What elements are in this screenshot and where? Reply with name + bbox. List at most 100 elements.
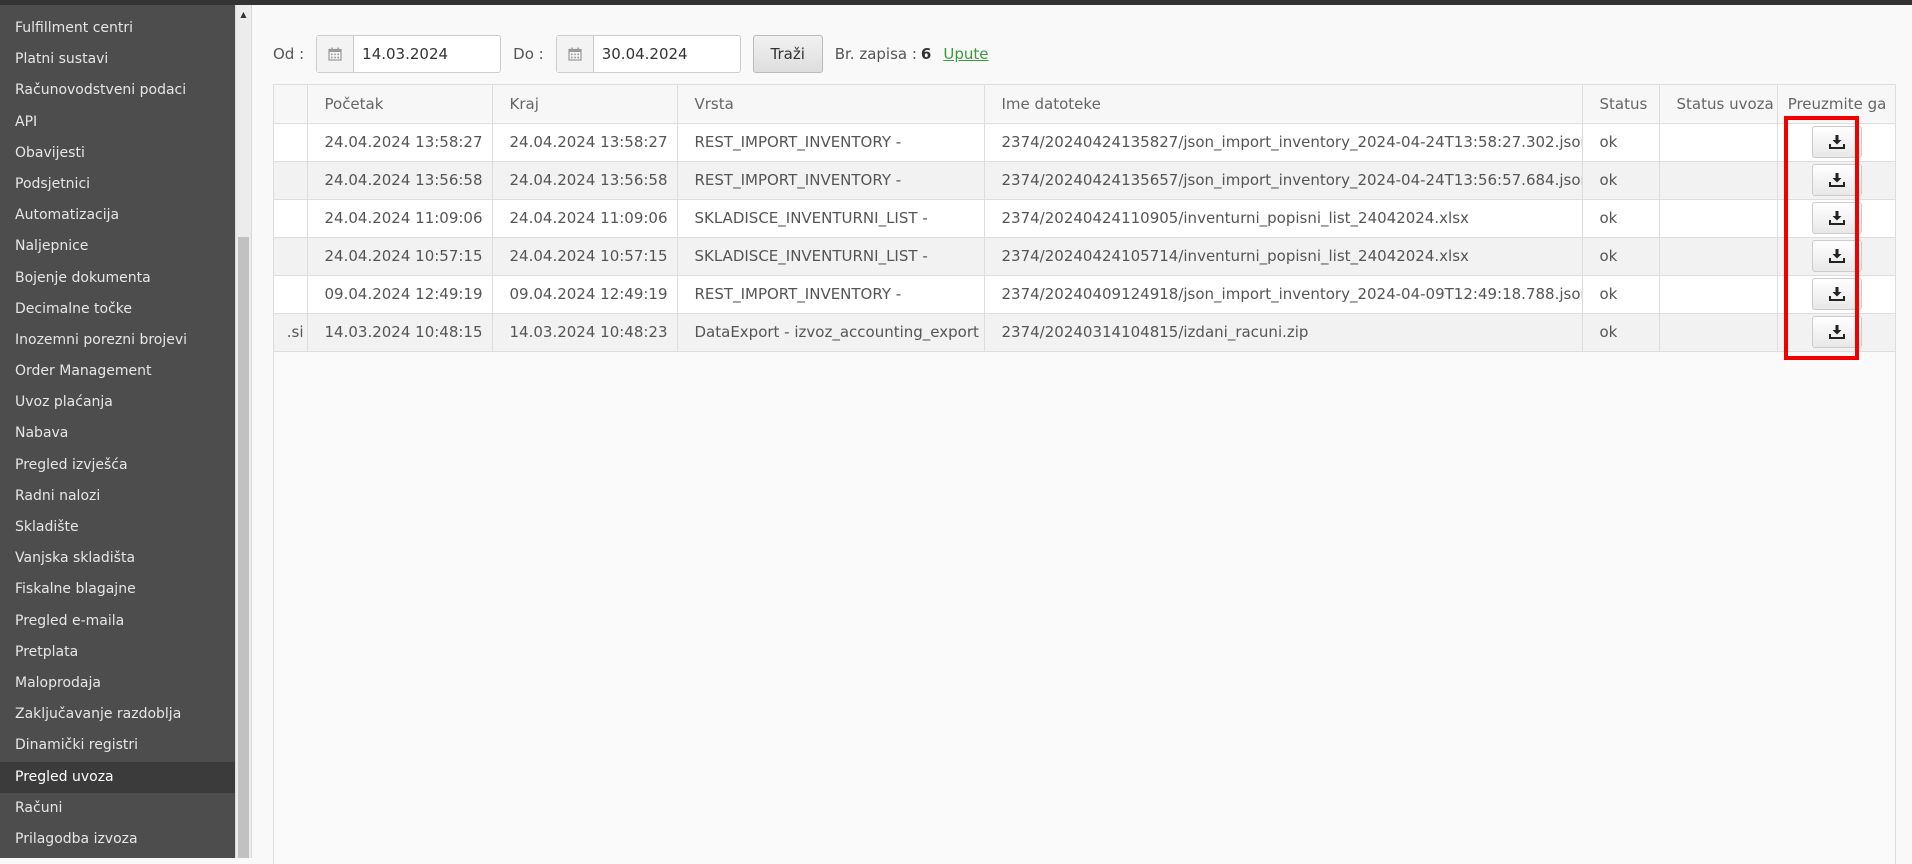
column-header-import-status[interactable]: Status uvoza bbox=[1659, 85, 1778, 124]
scroll-up-arrow-icon[interactable]: ▲ bbox=[236, 5, 251, 23]
cell-import-status bbox=[1659, 161, 1778, 200]
sidebar-item[interactable]: Fiskalne blagajne bbox=[0, 574, 235, 605]
cell-download bbox=[1777, 313, 1895, 352]
cell-type: SKLADISCE_INVENTURNI_LIST - bbox=[677, 237, 985, 276]
cell-status: ok bbox=[1582, 275, 1660, 314]
cell-start: 24.04.2024 11:09:06 bbox=[307, 199, 493, 238]
sidebar-item[interactable]: API bbox=[0, 107, 235, 138]
sidebar-item[interactable]: Zaključavanje razdoblja bbox=[0, 699, 235, 730]
cell-first bbox=[274, 123, 308, 162]
cell-end: 24.04.2024 10:57:15 bbox=[492, 237, 678, 276]
download-button[interactable] bbox=[1812, 240, 1862, 272]
cell-filename: 2374/20240424105714/inventurni_popisni_l… bbox=[984, 237, 1583, 276]
sidebar-item[interactable]: Računi bbox=[0, 793, 235, 824]
cell-start: 14.03.2024 10:48:15 bbox=[307, 313, 493, 352]
sidebar-item[interactable]: Inozemni porezni brojevi bbox=[0, 325, 235, 356]
cell-status: ok bbox=[1582, 237, 1660, 276]
cell-start: 24.04.2024 10:57:15 bbox=[307, 237, 493, 276]
column-header-filename[interactable]: Ime datoteke bbox=[984, 85, 1583, 124]
from-label: Od : bbox=[273, 45, 305, 63]
download-icon bbox=[1829, 211, 1845, 225]
sidebar-item[interactable]: Naljepnice bbox=[0, 231, 235, 262]
cell-import-status bbox=[1659, 123, 1778, 162]
cell-type: SKLADISCE_INVENTURNI_LIST - bbox=[677, 199, 985, 238]
calendar-icon[interactable] bbox=[556, 36, 594, 72]
sidebar-item[interactable]: Decimalne točke bbox=[0, 294, 235, 325]
cell-filename: 2374/20240424135827/json_import_inventor… bbox=[984, 123, 1583, 162]
sidebar-item[interactable]: Dinamički registri bbox=[0, 730, 235, 761]
cell-import-status bbox=[1659, 237, 1778, 276]
download-button[interactable] bbox=[1812, 164, 1862, 196]
help-link[interactable]: Upute bbox=[943, 45, 988, 63]
sidebar-item[interactable]: Obavijesti bbox=[0, 138, 235, 169]
sidebar-item[interactable]: Računovodstveni podaci bbox=[0, 75, 235, 106]
cell-import-status bbox=[1659, 313, 1778, 352]
sidebar-item[interactable]: Bojenje dokumenta bbox=[0, 263, 235, 294]
sidebar-item[interactable]: Pregled e-maila bbox=[0, 606, 235, 637]
sidebar-item[interactable]: Pretplata bbox=[0, 637, 235, 668]
main-content: Od : 14.03.2024 Do : 30.04.2024 Traži Br… bbox=[252, 5, 1912, 864]
column-header-end[interactable]: Kraj bbox=[492, 85, 678, 124]
column-header-start[interactable]: Početak bbox=[307, 85, 493, 124]
to-label: Do : bbox=[513, 45, 544, 63]
to-date-input[interactable]: 30.04.2024 bbox=[555, 35, 741, 73]
column-header-type[interactable]: Vrsta bbox=[677, 85, 985, 124]
record-count-value: 6 bbox=[920, 45, 932, 63]
from-date-value[interactable]: 14.03.2024 bbox=[354, 36, 500, 72]
cell-filename: 2374/20240424110905/inventurni_popisni_l… bbox=[984, 199, 1583, 238]
sidebar-item[interactable]: Uvoz plaćanja bbox=[0, 387, 235, 418]
column-header-status[interactable]: Status bbox=[1582, 85, 1660, 124]
table-row[interactable]: 09.04.2024 12:49:19 09.04.2024 12:49:19 RE… bbox=[274, 275, 1895, 314]
sidebar-item[interactable]: Prilagodba izvoza bbox=[0, 824, 235, 855]
sidebar-item[interactable]: Vanjska skladišta bbox=[0, 543, 235, 574]
sidebar-item[interactable]: Radni nalozi bbox=[0, 481, 235, 512]
cell-start: 09.04.2024 12:49:19 bbox=[307, 275, 493, 314]
search-button[interactable]: Traži bbox=[752, 35, 823, 73]
cell-import-status bbox=[1659, 199, 1778, 238]
download-button[interactable] bbox=[1812, 316, 1862, 348]
cell-download bbox=[1777, 199, 1895, 238]
sidebar-item[interactable]: Automatizacija bbox=[0, 200, 235, 231]
sidebar-item[interactable]: Order Management bbox=[0, 356, 235, 387]
date-filter-bar: Od : 14.03.2024 Do : 30.04.2024 Traži Br… bbox=[273, 35, 988, 73]
cell-first bbox=[274, 199, 308, 238]
scrollbar-thumb[interactable] bbox=[238, 237, 249, 858]
from-date-input[interactable]: 14.03.2024 bbox=[316, 35, 502, 73]
table-row[interactable]: 24.04.2024 13:56:58 24.04.2024 13:56:58 RE… bbox=[274, 161, 1895, 200]
sidebar-scrollbar[interactable]: ▲ bbox=[235, 5, 252, 858]
table-row[interactable]: 24.04.2024 11:09:06 24.04.2024 11:09:06 SK… bbox=[274, 199, 1895, 238]
table-row[interactable]: 24.04.2024 13:58:27 24.04.2024 13:58:27 RE… bbox=[274, 123, 1895, 162]
sidebar-item[interactable]: Podsjetnici bbox=[0, 169, 235, 200]
download-button[interactable] bbox=[1812, 278, 1862, 310]
calendar-icon[interactable] bbox=[317, 36, 355, 72]
table-header-row: Početak Kraj Vrsta Ime datoteke Status S… bbox=[274, 85, 1895, 124]
cell-first bbox=[274, 275, 308, 314]
column-header-download[interactable]: Preuzmite ga bbox=[1777, 85, 1895, 124]
cell-end: 24.04.2024 13:56:58 bbox=[492, 161, 678, 200]
sidebar-item[interactable]: Fulfillment centri bbox=[0, 13, 235, 44]
cell-filename: 2374/20240409124918/json_import_inventor… bbox=[984, 275, 1583, 314]
cell-type: REST_IMPORT_INVENTORY - bbox=[677, 275, 985, 314]
table-row[interactable]: .si 14.03.2024 10:48:15 14.03.2024 10:48:2… bbox=[274, 313, 1895, 352]
download-icon bbox=[1829, 287, 1845, 301]
cell-download bbox=[1777, 123, 1895, 162]
cell-status: ok bbox=[1582, 313, 1660, 352]
table-row[interactable]: 24.04.2024 10:57:15 24.04.2024 10:57:15 SK… bbox=[274, 237, 1895, 276]
imports-table: Početak Kraj Vrsta Ime datoteke Status S… bbox=[274, 85, 1895, 352]
cell-type: REST_IMPORT_INVENTORY - bbox=[677, 123, 985, 162]
sidebar-item[interactable]: Maloprodaja bbox=[0, 668, 235, 699]
sidebar: Fulfillment centri Platni sustavi Računovo… bbox=[0, 5, 235, 858]
cell-status: ok bbox=[1582, 123, 1660, 162]
sidebar-item[interactable]: Nabava bbox=[0, 418, 235, 449]
to-date-value[interactable]: 30.04.2024 bbox=[594, 36, 740, 72]
download-button[interactable] bbox=[1812, 126, 1862, 158]
sidebar-item[interactable]: Pregled izvješća bbox=[0, 450, 235, 481]
sidebar-item[interactable]: Skladište bbox=[0, 512, 235, 543]
sidebar-item[interactable]: Platni sustavi bbox=[0, 44, 235, 75]
column-header-first[interactable] bbox=[274, 85, 308, 124]
cell-first: .si bbox=[274, 313, 308, 352]
table-body: 24.04.2024 13:58:27 24.04.2024 13:58:27 RE… bbox=[274, 123, 1895, 352]
sidebar-item[interactable]: Pregled uvoza bbox=[0, 761, 235, 793]
cell-start: 24.04.2024 13:56:58 bbox=[307, 161, 493, 200]
download-button[interactable] bbox=[1812, 202, 1862, 234]
